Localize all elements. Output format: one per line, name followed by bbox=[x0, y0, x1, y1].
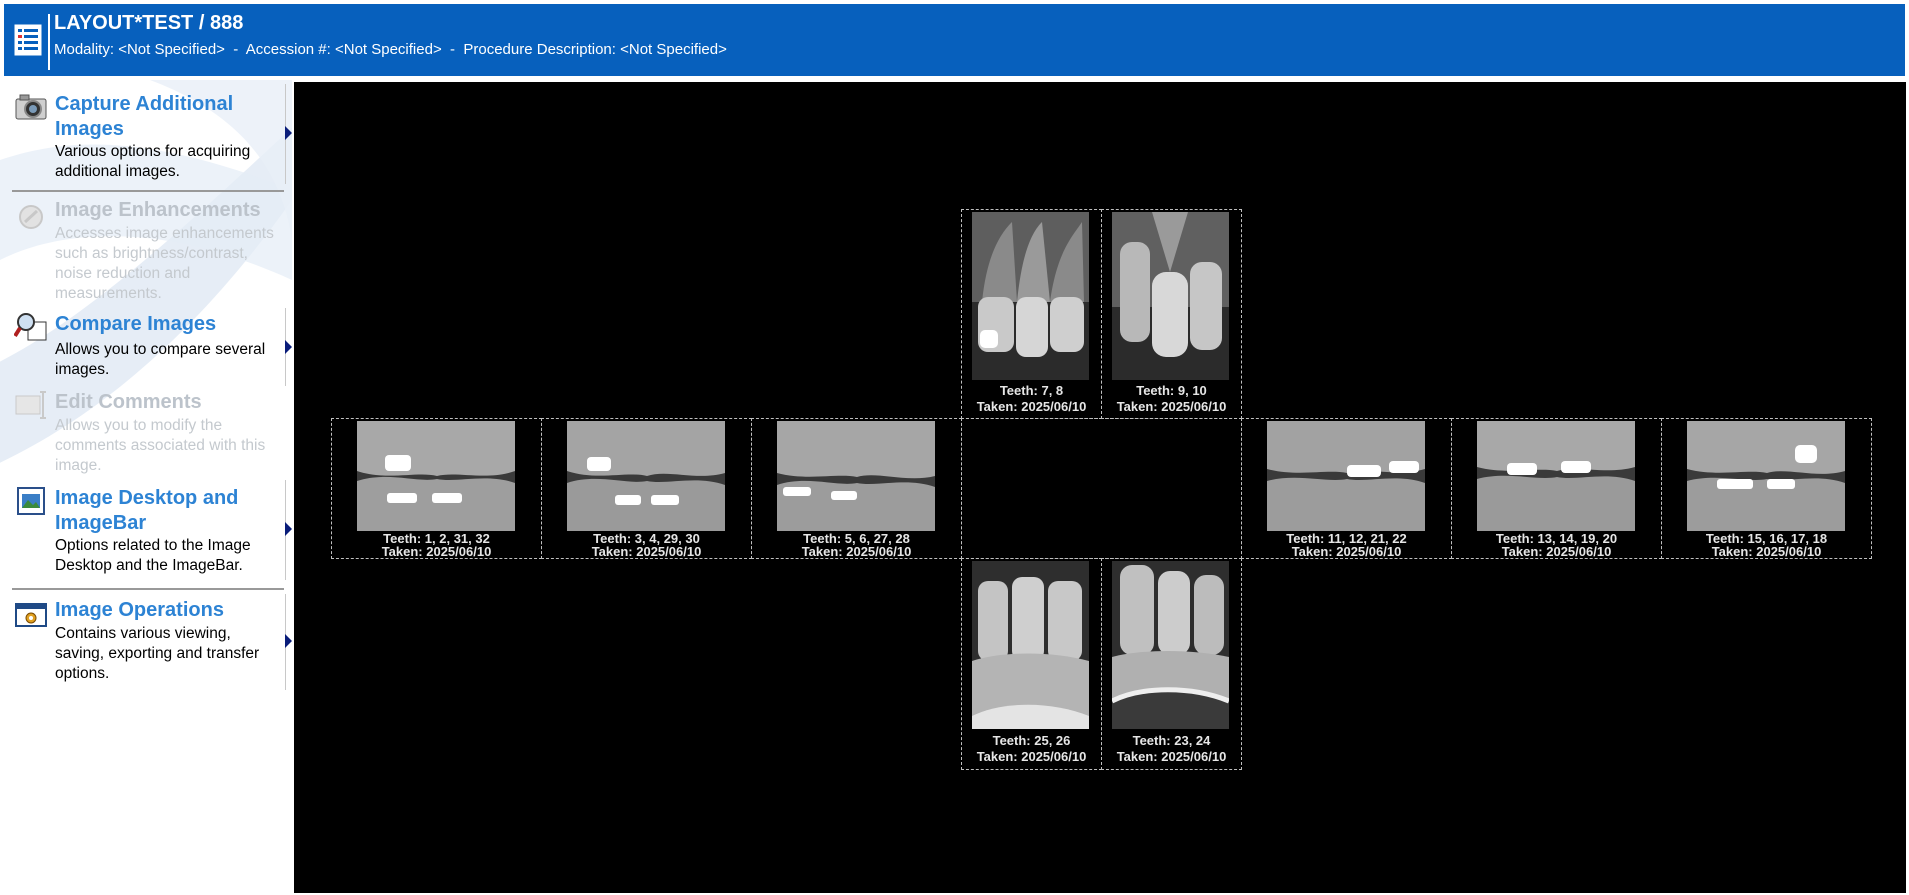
xray-image bbox=[567, 421, 725, 531]
chevron-right-icon bbox=[285, 522, 292, 536]
menu-description: Contains various viewing, saving, export… bbox=[55, 625, 260, 682]
section-divider bbox=[12, 190, 284, 192]
xray-tile[interactable]: Teeth: 1, 2, 31, 32 Taken: 2025/06/10 bbox=[331, 418, 542, 559]
image-desktop[interactable]: Teeth: 7, 8 Taken: 2025/06/10 Teeth: 9, … bbox=[294, 82, 1906, 893]
xray-tile[interactable]: Teeth: 9, 10 Taken: 2025/06/10 bbox=[1101, 209, 1242, 419]
tooth-label: Teeth: 7, 8 bbox=[999, 383, 1064, 398]
menu-description: Allows you to modify the comments associ… bbox=[55, 417, 266, 474]
tooth-label: Teeth: 9, 10 bbox=[1136, 383, 1207, 398]
header-underline bbox=[0, 76, 1909, 79]
xray-image bbox=[972, 212, 1089, 380]
taken-date: Taken: 2025/06/10 bbox=[801, 544, 912, 559]
xray-tile[interactable]: Teeth: 3, 4, 29, 30 Taken: 2025/06/10 bbox=[541, 418, 752, 559]
operations-icon bbox=[14, 600, 48, 630]
xray-image bbox=[777, 421, 935, 531]
xray-image bbox=[1112, 561, 1229, 729]
xray-tile[interactable]: Teeth: 5, 6, 27, 28 Taken: 2025/06/10 bbox=[751, 418, 962, 559]
xray-tile[interactable]: Teeth: 7, 8 Taken: 2025/06/10 bbox=[961, 209, 1102, 419]
menu-edit-comments: Edit Comments Allows you to modify the c… bbox=[12, 390, 284, 474]
xray-tile[interactable]: Teeth: 13, 14, 19, 20 Taken: 2025/06/10 bbox=[1451, 418, 1662, 559]
xray-image bbox=[357, 421, 515, 531]
chevron-right-icon bbox=[285, 634, 292, 648]
taken-date: Taken: 2025/06/10 bbox=[1116, 749, 1227, 764]
taken-date: Taken: 2025/06/10 bbox=[1291, 544, 1402, 559]
menu-description: Options related to the Image Desktop and… bbox=[55, 537, 251, 574]
xray-tile[interactable]: Teeth: 11, 12, 21, 22 Taken: 2025/06/10 bbox=[1241, 418, 1452, 559]
menu-title: Image Enhancements bbox=[55, 199, 261, 221]
tooth-label: Teeth: 25, 26 bbox=[992, 733, 1071, 748]
xray-image bbox=[1687, 421, 1845, 531]
xray-image bbox=[1112, 212, 1229, 380]
xray-tile[interactable]: Teeth: 25, 26 Taken: 2025/06/10 bbox=[961, 558, 1102, 770]
xray-tile[interactable]: Teeth: 15, 16, 17, 18 Taken: 2025/06/10 bbox=[1661, 418, 1872, 559]
menu-description: Accesses image enhancements such as brig… bbox=[55, 225, 274, 302]
menu-title: Edit Comments bbox=[55, 391, 202, 413]
header-divider bbox=[48, 14, 50, 70]
comment-icon bbox=[14, 390, 48, 420]
menu-title: Capture Additional Images bbox=[55, 93, 234, 140]
menu-title: Compare Images bbox=[55, 313, 217, 335]
xray-image bbox=[1267, 421, 1425, 531]
tooth-label: Teeth: 23, 24 bbox=[1132, 733, 1211, 748]
menu-description: Allows you to compare several images. bbox=[55, 341, 266, 378]
menu-compare-images[interactable]: Compare Images Allows you to compare sev… bbox=[12, 308, 292, 386]
menu-title: Image Operations bbox=[55, 599, 224, 621]
section-divider bbox=[12, 588, 284, 590]
taken-date: Taken: 2025/06/10 bbox=[1501, 544, 1612, 559]
chevron-right-icon bbox=[285, 340, 292, 354]
menu-capture-images[interactable]: Capture Additional Images Various option… bbox=[12, 84, 292, 184]
enhance-icon bbox=[14, 202, 48, 232]
empty-slot[interactable] bbox=[961, 418, 1242, 559]
list-icon[interactable] bbox=[14, 24, 42, 56]
taken-date: Taken: 2025/06/10 bbox=[591, 544, 702, 559]
xray-tile[interactable]: Teeth: 23, 24 Taken: 2025/06/10 bbox=[1101, 558, 1242, 770]
taken-date: Taken: 2025/06/10 bbox=[976, 749, 1087, 764]
taken-date: Taken: 2025/06/10 bbox=[381, 544, 492, 559]
chevron-right-icon bbox=[285, 126, 292, 140]
xray-image bbox=[1477, 421, 1635, 531]
camera-icon bbox=[14, 92, 48, 122]
taken-date: Taken: 2025/06/10 bbox=[1116, 399, 1227, 414]
magnifier-icon bbox=[13, 312, 48, 342]
taken-date: Taken: 2025/06/10 bbox=[976, 399, 1087, 414]
menu-image-operations[interactable]: Image Operations Contains various viewin… bbox=[12, 594, 292, 690]
menu-image-desktop[interactable]: Image Desktop and ImageBar Options relat… bbox=[12, 480, 292, 580]
menu-image-enhancements: Image Enhancements Accesses image enhanc… bbox=[12, 198, 284, 308]
menu-description: Various options for acquiring additional… bbox=[55, 143, 251, 180]
patient-header: LAYOUT*TEST / 888 Modality: <Not Specifi… bbox=[4, 4, 1905, 76]
xray-image bbox=[972, 561, 1089, 729]
patient-title: LAYOUT*TEST / 888 bbox=[54, 12, 244, 34]
desktop-icon bbox=[14, 486, 48, 516]
study-info: Modality: <Not Specified> - Accession #:… bbox=[54, 41, 727, 58]
task-sidebar: Capture Additional Images Various option… bbox=[0, 80, 292, 895]
menu-title: Image Desktop and ImageBar bbox=[55, 487, 239, 534]
taken-date: Taken: 2025/06/10 bbox=[1711, 544, 1822, 559]
